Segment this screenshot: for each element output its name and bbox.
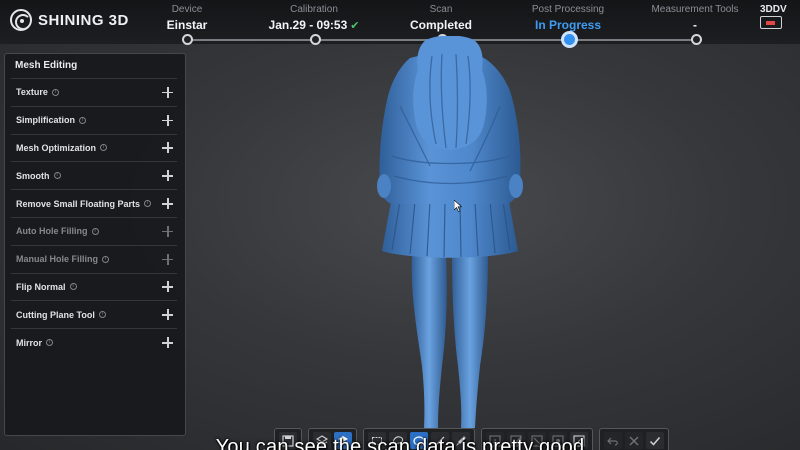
badge-text-main: 3D xyxy=(760,4,773,15)
step-measurement-tools[interactable]: Measurement Tools - xyxy=(620,4,770,33)
step-dot-device[interactable] xyxy=(181,34,193,45)
step-value: - xyxy=(693,18,697,32)
step-value: Jan.29 - 09:53 xyxy=(268,18,348,32)
step-dot-post-processing[interactable] xyxy=(560,31,578,48)
tool-row-mirror[interactable]: Mirror i xyxy=(11,328,177,356)
channel-badge-icon: 3DDV xyxy=(760,4,787,30)
tool-label: Mesh Optimization xyxy=(16,142,97,153)
left-hand xyxy=(377,174,391,198)
tool-row-manual-hole-filling: Manual Hole Filling i xyxy=(11,244,177,273)
info-icon[interactable]: i xyxy=(98,311,106,319)
expand-plus-icon[interactable] xyxy=(162,114,173,126)
tool-row-smooth[interactable]: Smooth i xyxy=(11,161,177,189)
tool-row-simplification[interactable]: Simplification i xyxy=(11,105,177,134)
expand-plus-icon xyxy=(162,225,173,237)
video-caption: You can see the scan data is pretty good xyxy=(215,436,585,450)
info-icon[interactable]: i xyxy=(102,255,110,263)
scan-model-view[interactable] xyxy=(370,36,530,436)
expand-plus-icon xyxy=(162,253,173,265)
tool-label: Smooth xyxy=(16,170,50,181)
tool-list: Texture i Simplification i Mesh Optimization… xyxy=(5,78,185,356)
expand-plus-icon[interactable] xyxy=(162,142,173,154)
skirt xyxy=(382,196,518,258)
info-icon[interactable]: i xyxy=(100,144,108,152)
mouse-cursor-icon xyxy=(454,200,462,212)
info-icon[interactable]: i xyxy=(51,88,59,96)
expand-plus-icon[interactable] xyxy=(162,170,173,182)
badge-text: 3DDV xyxy=(760,4,787,15)
tool-label: Remove Small Floating Parts xyxy=(16,198,141,209)
right-leg xyxy=(452,254,488,428)
mesh-editing-panel: Mesh Editing Texture i Simplification i Mesh… xyxy=(4,53,186,436)
tool-label: Mirror xyxy=(16,337,43,348)
check-icon: ✔ xyxy=(350,20,360,32)
step-dot-calibration[interactable] xyxy=(309,34,321,45)
tool-label: Cutting Plane Tool xyxy=(16,309,95,320)
right-hand xyxy=(509,174,523,198)
logo-icon xyxy=(10,9,32,31)
tool-label: Auto Hole Filling xyxy=(16,226,88,237)
info-icon[interactable]: i xyxy=(79,116,87,124)
tool-row-mesh-optimization[interactable]: Mesh Optimization i xyxy=(11,133,177,162)
expand-plus-icon[interactable] xyxy=(162,86,173,98)
info-icon[interactable]: i xyxy=(46,339,54,347)
expand-plus-icon[interactable] xyxy=(162,281,173,293)
tool-row-auto-hole-filling: Auto Hole Filling i xyxy=(11,216,177,245)
hair xyxy=(413,36,487,150)
left-leg xyxy=(411,254,447,428)
expand-plus-icon[interactable] xyxy=(162,337,173,349)
info-icon[interactable]: i xyxy=(53,172,61,180)
info-icon[interactable]: i xyxy=(69,283,77,291)
badge-text-accent: DV xyxy=(772,4,787,15)
tool-label: Simplification xyxy=(16,115,76,126)
step-category: Measurement Tools xyxy=(651,4,739,15)
tool-row-texture[interactable]: Texture i xyxy=(11,78,177,106)
tool-label: Flip Normal xyxy=(16,281,66,292)
tool-row-remove-small-floating-parts[interactable]: Remove Small Floating Parts i xyxy=(11,189,177,217)
step-dot-measurement-tools[interactable] xyxy=(690,34,702,45)
tool-row-cutting-plane-tool[interactable]: Cutting Plane Tool i xyxy=(11,300,177,328)
tool-row-flip-normal[interactable]: Flip Normal i xyxy=(11,272,177,301)
tool-label: Texture xyxy=(16,87,48,98)
badge-shape xyxy=(760,16,782,29)
info-icon[interactable]: i xyxy=(91,227,99,235)
panel-title: Mesh Editing xyxy=(15,60,78,71)
expand-plus-icon[interactable] xyxy=(162,309,173,321)
tool-label: Manual Hole Filling xyxy=(16,254,99,265)
info-icon[interactable]: i xyxy=(144,200,152,208)
expand-plus-icon[interactable] xyxy=(162,198,173,210)
